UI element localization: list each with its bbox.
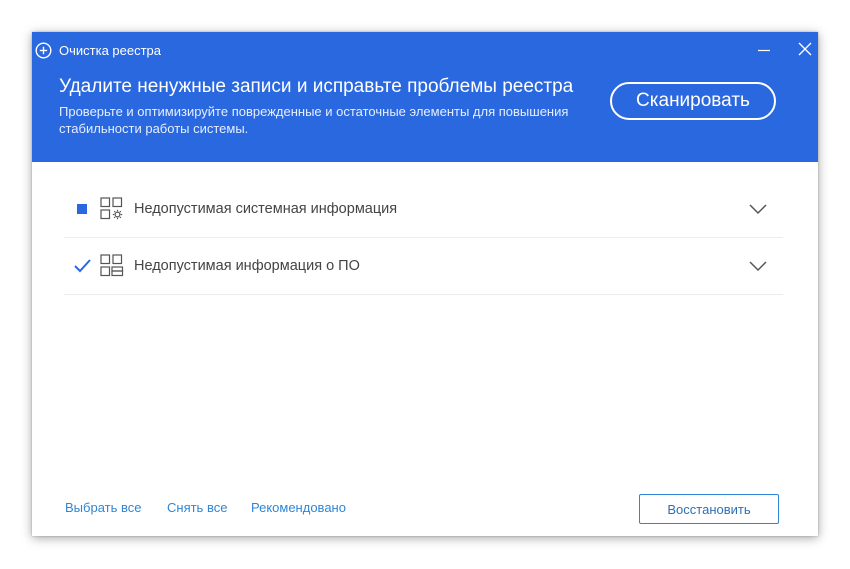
partial-check-fill (77, 204, 87, 214)
registry-cleaner-window: Очистка реестра Удалите ненужные записи … (32, 32, 818, 536)
category-row-software-info[interactable]: Недопустимая информация о ПО (64, 239, 783, 295)
restore-button[interactable]: Восстановить (639, 494, 779, 524)
category-label: Недопустимая информация о ПО (134, 258, 360, 274)
select-all-link[interactable]: Выбрать все (65, 500, 141, 515)
plus-circle-icon (35, 42, 52, 59)
category-row-system-info[interactable]: Недопустимая системная информация (64, 182, 783, 238)
close-button[interactable] (796, 40, 814, 58)
recommended-link[interactable]: Рекомендовано (251, 500, 346, 515)
software-grid-icon (100, 254, 124, 277)
headline: Удалите ненужные записи и исправьте проб… (59, 76, 574, 97)
deselect-all-link[interactable]: Снять все (167, 500, 227, 515)
chevron-down-icon[interactable] (748, 259, 768, 273)
minimize-button[interactable] (754, 42, 774, 58)
window-title: Очистка реестра (59, 43, 162, 58)
description: Проверьте и оптимизируйте поврежденные и… (59, 104, 569, 136)
header-banner: Очистка реестра Удалите ненужные записи … (32, 32, 818, 162)
scan-button[interactable]: Сканировать (610, 82, 776, 120)
chevron-down-icon[interactable] (748, 202, 768, 216)
partial-checkbox[interactable] (73, 200, 91, 218)
category-label: Недопустимая системная информация (134, 201, 398, 217)
checked-checkbox[interactable] (73, 257, 91, 275)
system-grid-gear-icon (100, 197, 123, 220)
